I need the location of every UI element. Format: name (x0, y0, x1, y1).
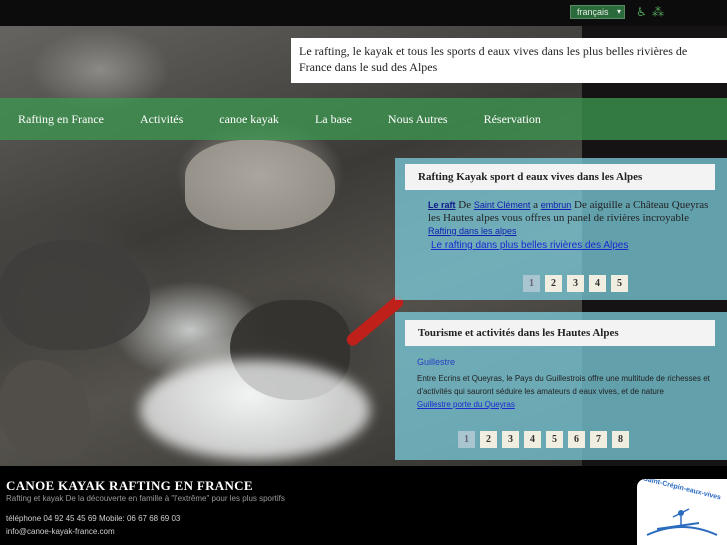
whitewater (140, 360, 370, 460)
link-belles-rivieres[interactable]: Le rafting dans plus belles rivières des… (431, 240, 628, 251)
news-panel-rafting: Rafting Kayak sport d eaux vives dans le… (395, 158, 727, 300)
nav-canoe-kayak[interactable]: canoe kayak (219, 112, 279, 127)
link-rafting-dans-les-alpes[interactable]: Rafting dans les alpes (428, 226, 517, 236)
page-button[interactable]: 3 (502, 431, 519, 448)
pagination: 1 2 3 4 5 (523, 275, 628, 292)
page-button[interactable]: 3 (567, 275, 584, 292)
link-embrun[interactable]: embrun (541, 200, 572, 210)
place-label: Guillestre (417, 357, 456, 367)
footer-phone: téléphone 04 92 45 45 69 Mobile: 06 67 6… (6, 514, 181, 523)
link-le-raft[interactable]: Le raft (428, 200, 456, 210)
site-tagline: Le rafting, le kayak et tous les sports … (291, 38, 727, 83)
rock (0, 240, 150, 350)
panel-title: Tourisme et activités dans les Hautes Al… (405, 320, 715, 346)
main-navigation: Rafting en France Activités canoe kayak … (0, 98, 727, 140)
pagination: 1 2 3 4 5 6 7 8 (458, 431, 629, 448)
page-button[interactable]: 7 (590, 431, 607, 448)
panel-body: Guillestre Entre Ecrins et Queyras, le P… (417, 356, 717, 411)
nav-la-base[interactable]: La base (315, 112, 352, 127)
page-button[interactable]: 5 (546, 431, 563, 448)
rock (185, 140, 335, 230)
kayaker-emblem-icon (646, 508, 718, 536)
page-button[interactable]: 2 (480, 431, 497, 448)
page-button[interactable]: 4 (589, 275, 606, 292)
panel-title: Rafting Kayak sport d eaux vives dans le… (405, 164, 715, 190)
footer: CANOE KAYAK RAFTING EN FRANCE Rafting et… (0, 466, 727, 545)
nav-rafting-en-france[interactable]: Rafting en France (18, 112, 104, 127)
page-button[interactable]: 2 (545, 275, 562, 292)
footer-email[interactable]: info@canoe-kayak-france.com (6, 527, 115, 536)
language-select[interactable]: français ▾ (570, 5, 625, 19)
link-guillestre-porte[interactable]: Guillestre porte du Queyras (417, 400, 515, 409)
link-saint-clement[interactable]: Saint Clément (474, 200, 531, 210)
page-button[interactable]: 1 (458, 431, 475, 448)
text-de: De (458, 199, 472, 211)
footer-subtitle: Rafting et kayak De la découverte en fam… (6, 494, 285, 503)
panel-text: Entre Ecrins et Queyras, le Pays du Guil… (417, 374, 710, 396)
chevron-down-icon: ▾ (616, 7, 621, 16)
rock (0, 360, 90, 460)
page-button[interactable]: 8 (612, 431, 629, 448)
news-panel-tourisme: Tourisme et activités dans les Hautes Al… (395, 312, 727, 460)
footer-title: CANOE KAYAK RAFTING EN FRANCE (6, 478, 253, 493)
wheelchair-icon[interactable]: ♿ (636, 6, 648, 19)
nav-activites[interactable]: Activités (140, 112, 183, 127)
page-button[interactable]: 5 (611, 275, 628, 292)
saint-crepin-logo[interactable]: Saint-Crépin-eaux-vives (637, 479, 727, 545)
text-a: a (533, 199, 539, 211)
panel-body: Le raft De Saint Clément a embrun De aig… (428, 199, 718, 238)
language-select-value: français (577, 7, 609, 17)
page-button[interactable]: 6 (568, 431, 585, 448)
nav-reservation[interactable]: Réservation (484, 112, 541, 127)
nav-nous-autres[interactable]: Nous Autres (388, 112, 448, 127)
page-button[interactable]: 1 (523, 275, 540, 292)
sitemap-icon[interactable]: ⁂ (652, 6, 665, 19)
page-button[interactable]: 4 (524, 431, 541, 448)
